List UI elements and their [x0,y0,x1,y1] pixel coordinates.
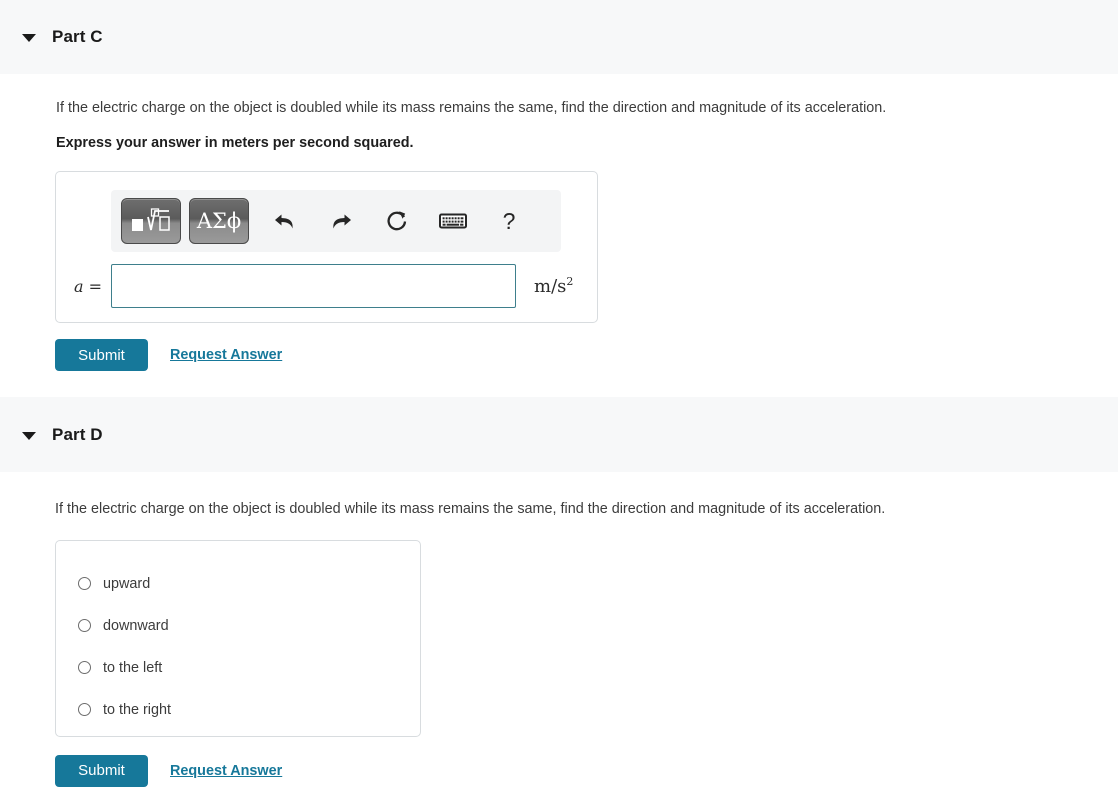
option-label: downward [103,617,169,634]
undo-icon[interactable] [263,204,307,238]
reset-icon[interactable] [375,204,419,238]
part-d-body: If the electric charge on the object is … [0,472,1118,787]
help-icon[interactable]: ? [487,204,531,238]
part-c-answer-box: ΑΣϕ ? a = m/s2 [55,171,598,324]
answer-input-row: a = m/s2 [56,264,597,309]
greek-symbols-button[interactable]: ΑΣϕ [189,198,249,245]
radio-icon[interactable] [78,577,91,591]
option-row-to-the-right[interactable]: to the right [78,689,420,731]
part-c-question: If the electric charge on the object is … [56,100,887,116]
redo-icon[interactable] [319,204,363,238]
variable-label: a = [73,276,102,296]
answer-options-group: upward downward to the left to the right [55,539,421,737]
part-c-title: Part C [52,27,103,46]
part-c-actions: Submit Request Answer [0,323,1118,372]
part-c-instruction: Express your answer in meters per second… [56,134,414,151]
radio-icon[interactable] [78,661,91,675]
part-c-section: Part C If the electric charge on the obj… [0,0,1118,372]
part-d-actions: Submit Request Answer [0,737,1118,787]
part-c-header[interactable]: Part C [0,0,1118,74]
math-template-icon [132,208,170,232]
option-row-downward[interactable]: downward [78,605,420,647]
option-label: upward [103,575,151,592]
caret-down-icon[interactable] [22,30,36,44]
option-label: to the left [103,659,163,676]
caret-down-icon[interactable] [22,428,36,442]
option-row-to-the-left[interactable]: to the left [78,647,420,689]
part-d-question: If the electric charge on the object is … [55,501,886,518]
request-answer-link[interactable]: Request Answer [170,763,282,779]
math-template-button[interactable] [121,198,181,245]
radio-icon[interactable] [78,703,91,717]
option-row-upward[interactable]: upward [78,563,420,605]
radio-icon[interactable] [78,619,91,633]
submit-button[interactable]: Submit [55,339,148,372]
option-label: to the right [103,701,171,718]
part-d-title: Part D [52,424,103,444]
part-d-header[interactable]: Part D [0,397,1118,473]
part-d-section: Part D If the electric charge on the obj… [0,397,1118,787]
units-label: m/s2 [534,275,574,298]
math-toolbar: ΑΣϕ ? [111,190,561,253]
submit-button[interactable]: Submit [55,754,148,787]
keyboard-icon[interactable] [431,204,475,238]
answer-input[interactable] [111,264,516,309]
part-c-body: If the electric charge on the object is … [0,74,1118,372]
request-answer-link[interactable]: Request Answer [170,347,282,363]
